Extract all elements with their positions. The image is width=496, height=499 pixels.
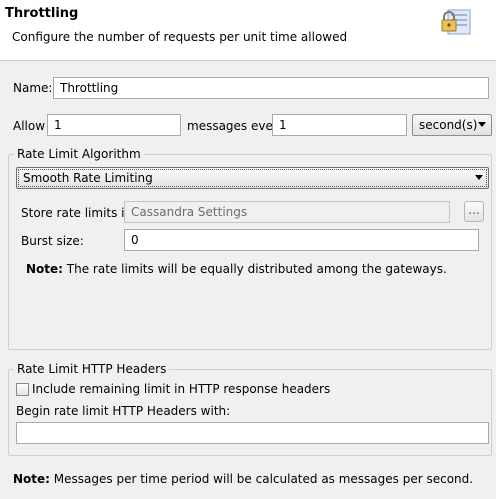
footer-note-prefix: Note: [13,472,50,486]
lock-on-document-icon [440,8,472,36]
store-rate-limits-input: Cassandra Settings [124,201,450,223]
include-limit-label[interactable]: Include remaining limit in HTTP response… [32,382,330,396]
time-unit-select-value: second(s) [419,118,478,132]
store-rate-limits-label: Store rate limits in: [21,206,137,220]
burst-size-label: Burst size: [21,234,84,248]
begin-headers-input[interactable] [16,422,489,444]
period-input[interactable]: 1 [272,114,407,136]
http-headers-legend: Rate Limit HTTP Headers [14,362,170,376]
chevron-down-icon [478,122,486,127]
note-prefix: Note: [26,262,63,276]
allow-label: Allow [13,119,46,133]
footer-note: Note: Messages per time period will be c… [13,472,473,486]
algorithm-note: Note: The rate limits will be equally di… [26,262,447,276]
footer-note-text: Messages per time period will be calcula… [53,472,474,486]
time-unit-select[interactable]: second(s) [412,114,492,136]
algorithm-select-value: Smooth Rate Limiting [23,171,153,185]
algorithm-select[interactable]: Smooth Rate Limiting [16,167,489,189]
rate-limit-algorithm-legend: Rate Limit Algorithm [14,147,144,161]
name-input[interactable]: Throttling [53,77,489,99]
messages-every-label: messages every [187,119,285,133]
include-limit-checkbox[interactable] [16,383,29,396]
page-title: Throttling [5,6,79,21]
note-text: The rate limits will be equally distribu… [66,262,447,276]
begin-headers-label: Begin rate limit HTTP Headers with: [16,404,231,418]
chevron-down-icon [475,175,483,180]
name-label: Name: [13,81,53,95]
allow-count-input[interactable]: 1 [47,114,181,136]
burst-size-input[interactable]: 0 [124,229,479,251]
page-description: Configure the number of requests per uni… [12,30,348,44]
browse-button[interactable]: ... [464,201,484,222]
